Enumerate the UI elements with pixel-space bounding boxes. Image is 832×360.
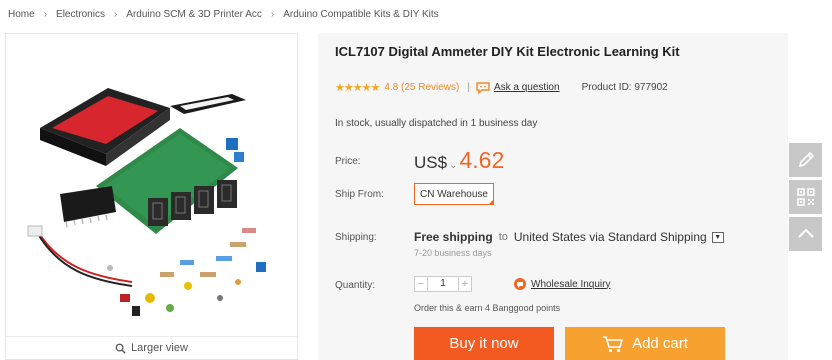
add-cart-label: Add cart xyxy=(632,335,688,352)
warehouse-option-cn[interactable]: CN Warehouse xyxy=(414,183,494,205)
quantity-increase-button[interactable]: + xyxy=(458,276,472,292)
free-shipping-text: Free shipping xyxy=(414,230,493,244)
breadcrumb-separator: › xyxy=(270,8,275,20)
product-image[interactable] xyxy=(20,36,286,332)
qr-code-icon xyxy=(796,188,815,206)
chat-icon xyxy=(476,81,490,94)
wholesale-link[interactable]: Wholesale Inquiry xyxy=(531,279,610,290)
shipping-to: to xyxy=(498,231,508,243)
breadcrumb-arduino-scm[interactable]: Arduino SCM & 3D Printer Acc xyxy=(126,9,262,20)
shipping-dropdown-icon[interactable]: ▼ xyxy=(711,231,724,243)
buy-now-button[interactable]: Buy it now xyxy=(414,327,554,360)
rating-row: ★★★★★ 4.8 (25 Reviews) | Ask a question … xyxy=(335,81,668,94)
ship-from-label: Ship From: xyxy=(335,189,384,200)
price-label: Price: xyxy=(335,156,361,167)
chevron-up-icon xyxy=(797,228,814,238)
warehouse-label: CN Warehouse xyxy=(420,188,488,200)
magnifier-icon xyxy=(115,343,126,354)
product-gallery: Larger view xyxy=(5,33,298,360)
breadcrumb-electronics[interactable]: Electronics xyxy=(56,9,105,20)
product-title: ICL7107 Digital Ammeter DIY Kit Electron… xyxy=(335,44,680,59)
breadcrumb: Home › Electronics › Arduino SCM & 3D Pr… xyxy=(8,6,439,22)
shipping-method: Free shipping to United States via Stand… xyxy=(414,230,724,244)
breadcrumb-separator: › xyxy=(43,8,48,20)
larger-view-button[interactable]: Larger view xyxy=(6,336,297,359)
add-cart-button[interactable]: Add cart xyxy=(565,327,725,360)
points-info: Order this & earn 4 Banggood points xyxy=(414,303,561,313)
side-toolbar xyxy=(789,143,822,254)
rating-stars: ★★★★★ xyxy=(335,82,380,94)
quantity-label: Quantity: xyxy=(335,280,376,291)
ask-question-link[interactable]: Ask a question xyxy=(494,82,560,93)
larger-view-label: Larger view xyxy=(131,342,188,354)
divider: | xyxy=(467,82,470,93)
quantity-input[interactable]: 1 xyxy=(428,276,458,292)
wholesale-icon xyxy=(514,278,526,290)
wholesale-inquiry[interactable]: Wholesale Inquiry xyxy=(514,278,610,290)
shipping-destination: United States via Standard Shipping xyxy=(513,230,707,244)
buy-now-label: Buy it now xyxy=(449,335,519,352)
edit-tool-button[interactable] xyxy=(789,143,822,177)
selected-corner-icon xyxy=(488,199,494,205)
price-row: US$ ⌄ 4.62 xyxy=(414,147,504,174)
shipping-days: 7-20 business days xyxy=(414,248,492,258)
quantity-decrease-button[interactable]: − xyxy=(414,276,428,292)
product-info-panel: ICL7107 Digital Ammeter DIY Kit Electron… xyxy=(318,33,788,360)
qr-code-tool-button[interactable] xyxy=(789,180,822,214)
back-to-top-button[interactable] xyxy=(789,217,822,251)
rating-reviews-link[interactable]: 4.8 (25 Reviews) xyxy=(384,82,459,93)
breadcrumb-home[interactable]: Home xyxy=(8,9,35,20)
edit-icon xyxy=(798,151,814,168)
breadcrumb-separator: › xyxy=(113,8,118,20)
chevron-down-icon[interactable]: ⌄ xyxy=(449,160,457,171)
product-id: Product ID: 977902 xyxy=(581,82,668,93)
price-amount: 4.62 xyxy=(459,147,505,173)
currency-selector[interactable]: US$ xyxy=(414,153,447,173)
breadcrumb-arduino-kits[interactable]: Arduino Compatible Kits & DIY Kits xyxy=(283,9,438,20)
shipping-label: Shipping: xyxy=(335,232,377,243)
stock-status: In stock, usually dispatched in 1 busine… xyxy=(335,118,538,129)
cart-icon xyxy=(603,335,624,352)
quantity-stepper: − 1 + xyxy=(414,276,472,292)
